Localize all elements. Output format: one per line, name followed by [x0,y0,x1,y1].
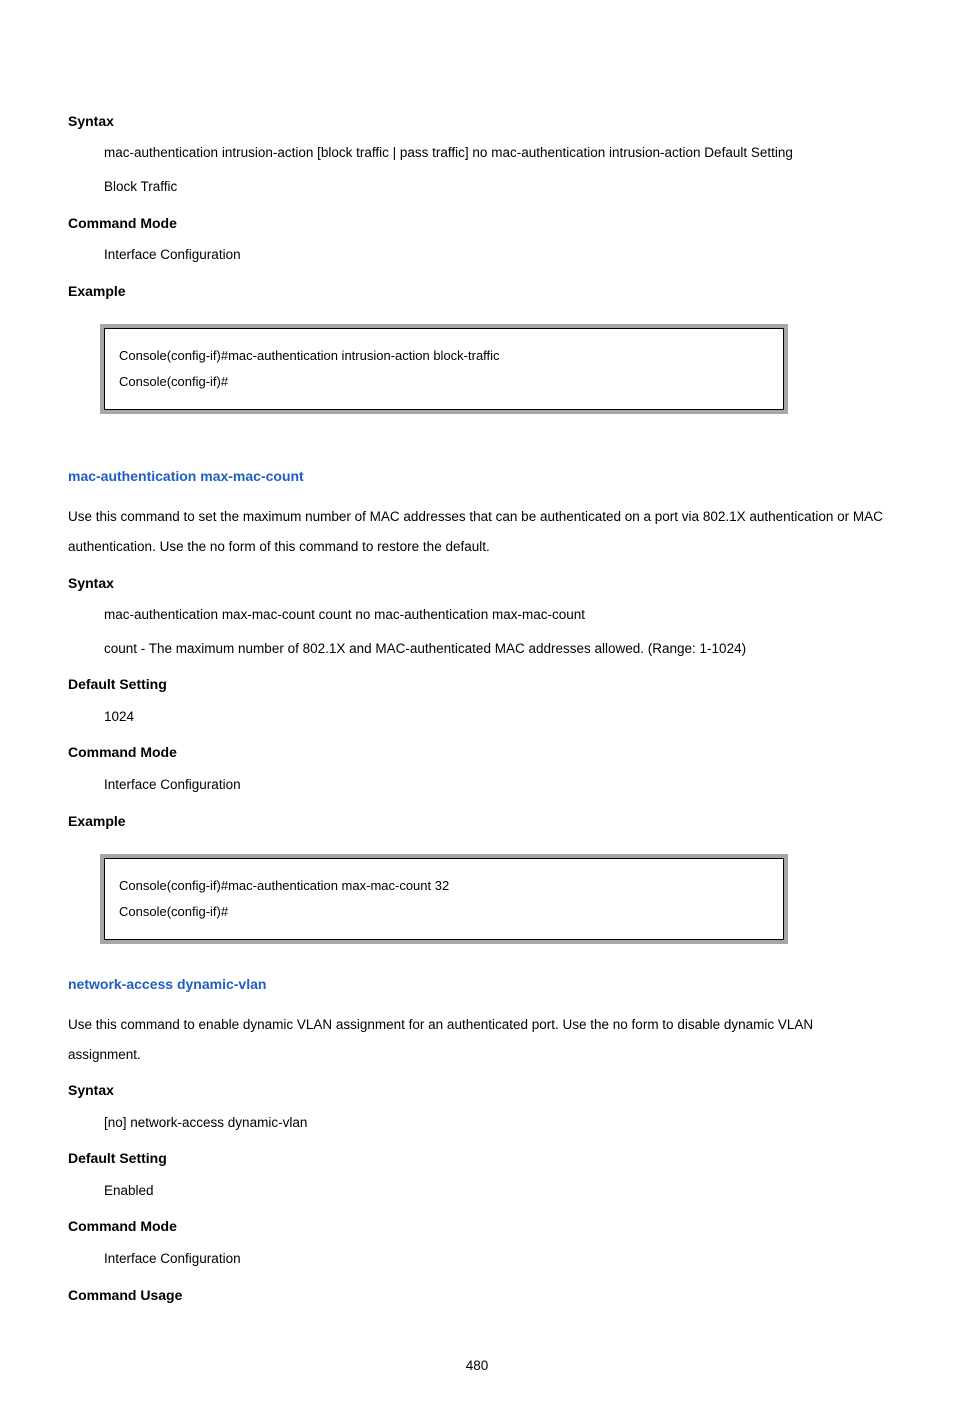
syntax-body: [no] network-access dynamic-vlan [104,1108,886,1138]
command-mode-heading: Command Mode [68,212,886,234]
section-intro: Use this command to set the maximum numb… [68,502,886,561]
example-heading: Example [68,810,886,832]
section-intro: Use this command to enable dynamic VLAN … [68,1010,886,1069]
section-link-mac-auth-max[interactable]: mac-authentication max-mac-count [68,468,886,484]
command-usage-heading: Command Usage [68,1284,886,1306]
default-setting-heading: Default Setting [68,673,886,695]
command-mode-body: Interface Configuration [104,240,886,270]
default-setting-body: 1024 [104,702,886,732]
syntax-heading: Syntax [68,572,886,594]
command-mode-heading: Command Mode [68,1215,886,1237]
section-link-dynamic-vlan[interactable]: network-access dynamic-vlan [68,976,886,992]
code-line: Console(config-if)#mac-authentication ma… [119,873,769,899]
code-line: Console(config-if)#mac-authentication in… [119,343,769,369]
syntax-heading: Syntax [68,1079,886,1101]
syntax-body-2: count - The maximum number of 802.1X and… [104,634,886,664]
command-mode-body: Interface Configuration [104,770,886,800]
page-number: 480 [68,1358,886,1373]
default-setting-body: Enabled [104,1176,886,1206]
page-content: Syntax mac-authentication intrusion-acti… [0,0,954,1413]
command-mode-body: Interface Configuration [104,1244,886,1274]
code-example-block: Console(config-if)#mac-authentication ma… [104,858,784,940]
command-mode-heading: Command Mode [68,741,886,763]
example-heading: Example [68,280,886,302]
default-setting-heading: Default Setting [68,1147,886,1169]
syntax-body-2: Block Traffic [104,172,886,202]
code-line: Console(config-if)# [119,899,769,925]
syntax-body: mac-authentication max-mac-count count n… [104,600,886,630]
syntax-body: mac-authentication intrusion-action [blo… [104,138,886,168]
syntax-heading: Syntax [68,110,886,132]
code-line: Console(config-if)# [119,369,769,395]
code-example-block: Console(config-if)#mac-authentication in… [104,328,784,410]
